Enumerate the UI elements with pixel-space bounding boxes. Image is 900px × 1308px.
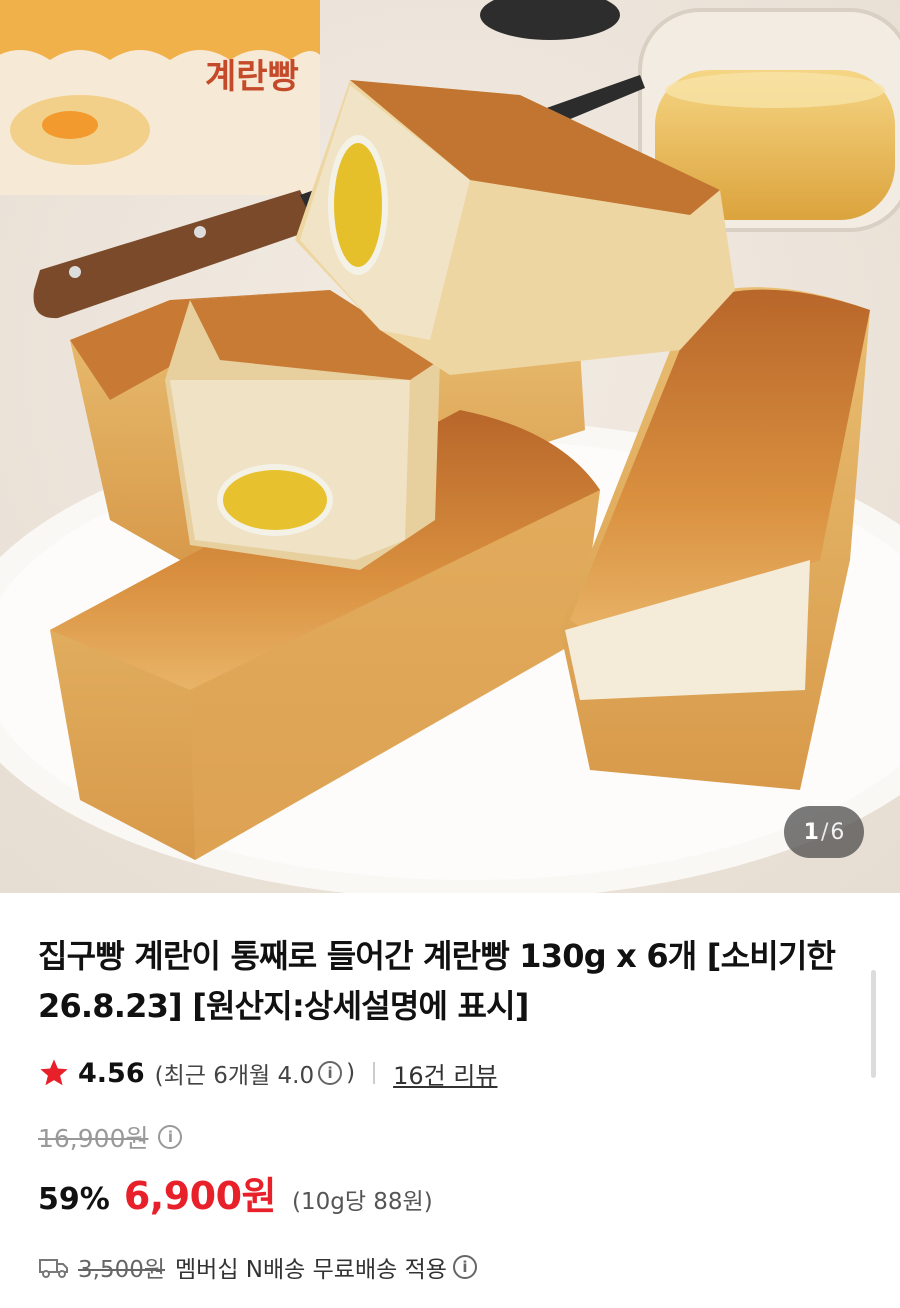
shipping-info-icon[interactable]: i [452,1255,477,1279]
info-icon[interactable]: i [318,1061,343,1085]
product-info: 집구빵 계란이 통째로 들어간 계란빵 130g x 6개 [소비기한 26.8… [38,893,868,1284]
original-price-row: 16,900원 i [38,1119,868,1155]
price-info-icon[interactable]: i [158,1125,183,1149]
shipping-original-fee: 3,500원 [78,1257,166,1283]
product-photo: 계란빵 [0,0,900,893]
unit-price: (10g당 88원) [291,1189,433,1215]
product-title: 집구빵 계란이 통째로 들어간 계란빵 130g x 6개 [소비기한 26.8… [38,937,836,1025]
scrollbar[interactable] [871,970,876,1078]
shipping-text: 멤버십 N배송 무료배송 적용 [175,1257,447,1283]
sale-price: 6,900원 [123,1174,277,1218]
image-counter-badge: 1 / 6 [784,806,864,858]
image-counter-separator: / [820,819,829,845]
shipping-row: 3,500원 멤버십 N배송 무료배송 적용 i [38,1250,868,1284]
price-row: 59% 6,900원 (10g당 88원) [38,1165,868,1220]
discount-rate: 59% [38,1182,110,1217]
product-image-carousel[interactable]: 계란빵 1 / 6 [0,0,900,893]
recent-rating-close: ) [346,1060,356,1086]
image-counter-total: 6 [830,819,845,845]
review-count-link[interactable]: 16건 리뷰 [393,1056,497,1091]
truck-icon [39,1259,68,1278]
package-text: 계란빵 [205,57,299,97]
rating-row: 4.56 (최근 6개월 4.0 i ) 16건 리뷰 [38,1053,868,1093]
image-counter-current: 1 [803,819,819,845]
star-icon [40,1059,68,1086]
recent-rating-text: (최근 6개월 4.0 [154,1063,315,1089]
original-price: 16,900원 [38,1124,149,1153]
rating-score: 4.56 [78,1057,145,1089]
product-box: 계란빵 [0,0,320,195]
recent-rating: (최근 6개월 4.0 i ) [155,1056,355,1090]
divider [373,1062,376,1084]
